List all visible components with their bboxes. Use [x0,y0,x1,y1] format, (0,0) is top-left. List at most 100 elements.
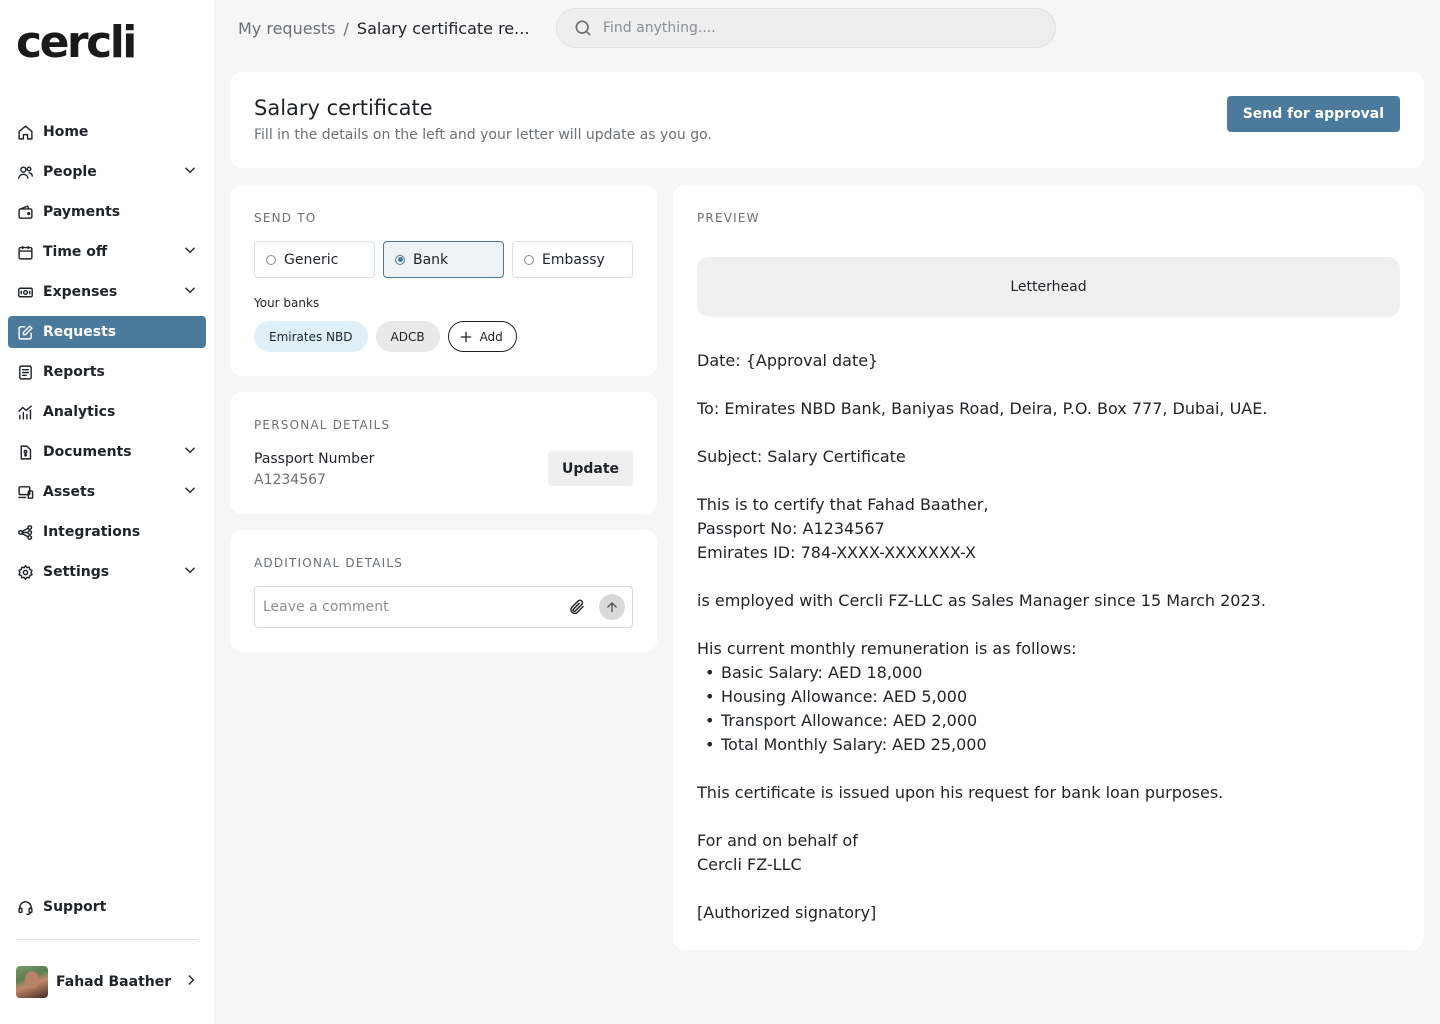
page-subtitle: Fill in the details on the left and your… [254,127,712,143]
chevron-down-icon[interactable] [183,563,197,581]
edit-icon [17,324,34,341]
bank-chip-adcb[interactable]: ADCB [375,321,440,352]
send-comment-button[interactable] [599,594,625,620]
radio-label: Generic [284,251,339,268]
sidebar-item-home[interactable]: Home [8,116,206,148]
sidebar-item-label: Expenses [43,284,118,300]
radio-dot [524,254,534,265]
gear-icon [17,564,34,581]
avatar [16,966,48,998]
page-title: Salary certificate [254,96,433,120]
sidebar-item-label: Support [43,899,107,915]
radio-embassy[interactable]: Embassy [512,241,633,278]
document-icon [17,444,34,461]
user-profile[interactable]: Fahad Baather [16,966,198,998]
section-label: PERSONAL DETAILS [254,418,391,432]
sidebar-item-time-off[interactable]: Time off [8,236,206,268]
update-button[interactable]: Update [548,451,633,486]
plus-icon [460,331,471,342]
radio-label: Bank [413,251,449,268]
report-icon [17,364,34,381]
letter-certify: This is to certify that Fahad Baather, [697,495,989,514]
sidebar-item-analytics[interactable]: Analytics [8,396,206,428]
sidebar-item-label: Time off [43,244,108,260]
personal-details-card: PERSONAL DETAILS Passport Number A123456… [230,392,657,514]
list-item: Transport Allowance: AED 2,000 [705,709,1400,733]
sidebar-item-label: People [43,164,97,180]
headset-icon [17,899,34,916]
send-to-card: SEND TO Generic Bank Embassy Your banks … [230,185,657,376]
sidebar-item-label: Documents [43,444,132,460]
section-label: SEND TO [254,211,317,225]
sidebar-item-settings[interactable]: Settings [8,556,206,588]
list-item: Total Monthly Salary: AED 25,000 [705,733,1400,757]
sidebar-item-label: Analytics [43,404,116,420]
people-icon [17,164,34,181]
devices-icon [17,484,34,501]
bank-chip-emirates-nbd[interactable]: Emirates NBD [254,321,368,352]
search-input[interactable] [603,20,1055,36]
remuneration-list: Basic Salary: AED 18,000 Housing Allowan… [697,661,1400,757]
add-bank-button[interactable]: Add [447,321,517,352]
analytics-icon [17,404,34,421]
radio-dot [266,254,276,265]
user-name: Fahad Baather [56,974,172,990]
sidebar-nav: Home People Payments Time off Expenses R… [8,116,206,596]
sidebar-item-support[interactable]: Support [8,891,206,923]
comment-input[interactable] [263,599,568,615]
letter-emirates-id: Emirates ID: 784-XXXX-XXXXXXX-X [697,543,976,562]
calendar-icon [17,244,34,261]
comment-box [254,586,633,628]
breadcrumb-my-requests[interactable]: My requests [238,19,336,38]
preview-card: PREVIEW Letterhead Date: {Approval date}… [673,185,1424,950]
bank-chips: Emirates NBD ADCB Add [254,321,517,352]
sidebar-item-assets[interactable]: Assets [8,476,206,508]
sidebar-item-documents[interactable]: Documents [8,436,206,468]
sidebar: cercli Home People Payments Time off Exp… [0,0,214,1024]
letter-subject: Subject: Salary Certificate [697,447,906,466]
passport-number-label: Passport Number [254,451,375,467]
chevron-down-icon[interactable] [183,243,197,261]
send-for-approval-button[interactable]: Send for approval [1226,96,1400,132]
search-icon [575,20,591,36]
cercli-logo[interactable]: cercli [16,18,137,68]
home-icon [17,124,34,141]
cash-icon [17,284,34,301]
breadcrumb-current: Salary certificate re... [356,18,530,38]
sidebar-divider [16,939,198,940]
search-bar [556,8,1056,48]
sidebar-item-reports[interactable]: Reports [8,356,206,388]
sidebar-item-requests[interactable]: Requests [8,316,206,348]
wallet-icon [17,204,34,221]
page-header: Salary certificate Fill in the details o… [230,72,1424,168]
letter-preview: Date: {Approval date} To: Emirates NBD B… [697,349,1400,925]
list-item: Basic Salary: AED 18,000 [705,661,1400,685]
sidebar-item-label: Reports [43,364,105,380]
sidebar-item-label: Requests [43,324,117,340]
send-to-options: Generic Bank Embassy [254,241,633,278]
breadcrumb-separator: / [343,18,349,38]
radio-bank[interactable]: Bank [383,241,504,278]
chevron-down-icon[interactable] [183,283,197,301]
sidebar-item-label: Home [43,124,89,140]
sidebar-item-payments[interactable]: Payments [8,196,206,228]
sidebar-item-label: Assets [43,484,96,500]
radio-label: Embassy [542,251,605,268]
chevron-right-icon [184,973,198,991]
sidebar-item-integrations[interactable]: Integrations [8,516,206,548]
chevron-down-icon[interactable] [183,443,197,461]
letter-signatory: [Authorized signatory] [697,903,877,922]
letter-passport: Passport No: A1234567 [697,519,885,538]
radio-dot [395,254,405,265]
sidebar-item-people[interactable]: People [8,156,206,188]
sidebar-item-expenses[interactable]: Expenses [8,276,206,308]
letter-company: Cercli FZ-LLC [697,855,802,874]
radio-generic[interactable]: Generic [254,241,375,278]
arrow-up-icon [607,602,617,613]
chevron-down-icon[interactable] [183,483,197,501]
list-item: Housing Allowance: AED 5,000 [705,685,1400,709]
chevron-down-icon[interactable] [183,163,197,181]
paperclip-icon[interactable] [568,598,586,616]
passport-number-value: A1234567 [254,472,326,488]
your-banks-label: Your banks [254,296,320,310]
